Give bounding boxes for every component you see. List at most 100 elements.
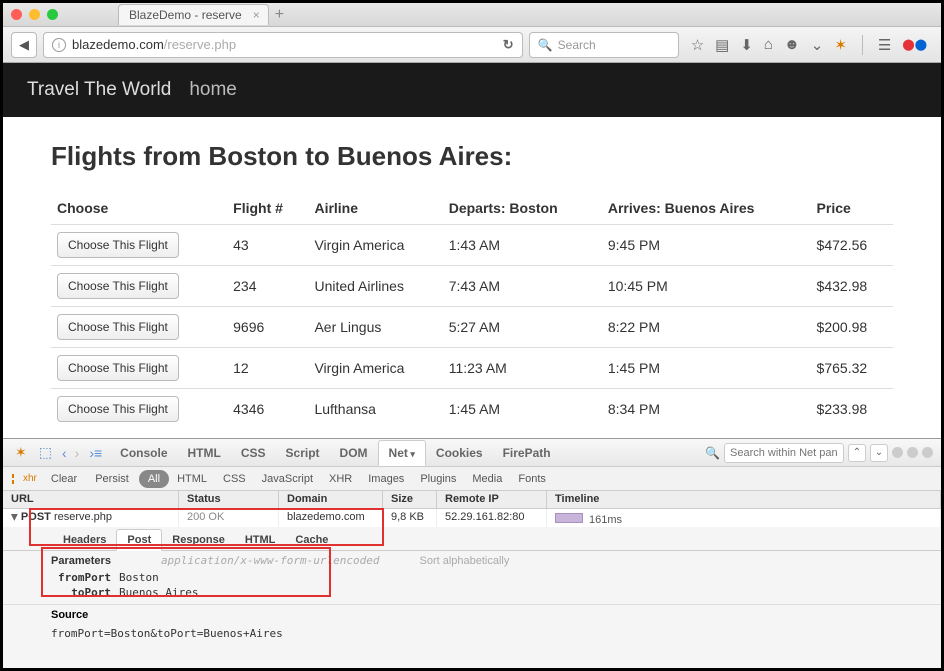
th-flight: Flight # — [227, 192, 308, 225]
tab-close-icon[interactable]: × — [253, 8, 260, 22]
col-status[interactable]: Status — [179, 491, 279, 508]
devtools-tab-firepath[interactable]: FirePath — [493, 441, 561, 465]
filter-xhr[interactable]: XHR — [321, 470, 360, 488]
panel-opt-icon[interactable] — [907, 447, 918, 458]
history-fwd-icon: › — [73, 445, 82, 461]
downloads-icon[interactable]: ⬇ — [740, 36, 753, 54]
filter-media[interactable]: Media — [464, 470, 510, 488]
separator — [862, 35, 863, 55]
back-button[interactable]: ◀ — [11, 32, 37, 58]
devtools-tab-dom[interactable]: DOM — [330, 441, 378, 465]
new-tab-button[interactable]: + — [275, 6, 284, 24]
brand-text[interactable]: Travel The World — [27, 79, 171, 101]
devtools-tab-html[interactable]: HTML — [178, 441, 231, 465]
cell-arrives: 1:45 PM — [602, 348, 811, 389]
detail-tab-post[interactable]: Post — [116, 529, 162, 551]
filter-html[interactable]: HTML — [169, 470, 215, 488]
detail-tab-html[interactable]: HTML — [235, 530, 286, 550]
jmeter-icon[interactable]: ✶ — [834, 36, 847, 54]
devtools-tab-cookies[interactable]: Cookies — [426, 441, 493, 465]
menu-icon[interactable]: ☰ — [878, 36, 891, 54]
flights-table: Choose Flight # Airline Departs: Boston … — [51, 192, 893, 429]
request-file: reserve.php — [54, 511, 112, 523]
method: POST — [21, 511, 51, 523]
cell-price: $432.98 — [811, 266, 893, 307]
cell-arrives: 9:45 PM — [602, 225, 811, 266]
expand-icon[interactable]: ▶ — [9, 514, 20, 521]
site-info-icon[interactable]: i — [52, 38, 66, 52]
table-row: Choose This Flight 43 Virgin America 1:4… — [51, 225, 893, 266]
sort-link[interactable]: Sort alphabetically — [419, 555, 509, 567]
net-request-row[interactable]: ▶POST reserve.php 200 OK blazedemo.com 9… — [3, 509, 941, 527]
cell-flight: 43 — [227, 225, 308, 266]
face-icon[interactable]: ☻ — [784, 36, 800, 53]
minimize-dot[interactable] — [29, 9, 40, 20]
filter-javascript[interactable]: JavaScript — [254, 470, 321, 488]
search-bar[interactable]: 🔍 Search — [529, 32, 679, 58]
pause-icon[interactable] — [11, 473, 15, 485]
choose-flight-button[interactable]: Choose This Flight — [57, 355, 179, 381]
choose-flight-button[interactable]: Choose This Flight — [57, 314, 179, 340]
detail-tab-cache[interactable]: Cache — [285, 530, 338, 550]
firebug-icon[interactable]: ✶ — [11, 444, 31, 461]
choose-flight-button[interactable]: Choose This Flight — [57, 232, 179, 258]
library-icon[interactable]: ▤ — [715, 36, 729, 54]
cell-departs: 1:45 AM — [443, 389, 602, 430]
col-url[interactable]: URL — [3, 491, 179, 508]
param-value: Boston — [119, 571, 159, 584]
url-host: blazedemo.com — [72, 37, 164, 52]
param-row: fromPortBoston — [3, 570, 941, 585]
site-navbar: Travel The World home — [3, 63, 941, 117]
col-timeline[interactable]: Timeline — [547, 491, 941, 508]
col-size[interactable]: Size — [383, 491, 437, 508]
inspector-icon[interactable]: ⬚ — [35, 444, 56, 461]
detail-tab-headers[interactable]: Headers — [53, 530, 116, 550]
home-icon[interactable]: ⌂ — [764, 36, 773, 53]
panel-opt-icon[interactable] — [892, 447, 903, 458]
filter-all[interactable]: All — [139, 470, 169, 488]
filter-plugins[interactable]: Plugins — [412, 470, 464, 488]
xhr-icon: xhr — [23, 473, 37, 484]
devtools-tabbar: ✶ ⬚ ‹ › ›≡ ConsoleHTMLCSSScriptDOMNetCoo… — [3, 439, 941, 467]
devtools-search-input[interactable] — [724, 443, 844, 463]
detail-tab-response[interactable]: Response — [162, 530, 235, 550]
th-choose: Choose — [51, 192, 227, 225]
ext-icon[interactable]: ⬤⬤ — [902, 38, 927, 51]
panel-opt-icon[interactable] — [922, 447, 933, 458]
th-departs: Departs: Boston — [443, 192, 602, 225]
persist-button[interactable]: Persist — [87, 470, 137, 488]
cell-price: $765.32 — [811, 348, 893, 389]
choose-flight-button[interactable]: Choose This Flight — [57, 273, 179, 299]
clear-button[interactable]: Clear — [43, 470, 85, 488]
search-next-button[interactable]: ⌄ — [870, 444, 888, 462]
devtools-tab-console[interactable]: Console — [110, 441, 177, 465]
cell-airline: Lufthansa — [308, 389, 442, 430]
pocket-icon[interactable]: ⌄ — [811, 36, 824, 54]
filter-images[interactable]: Images — [360, 470, 412, 488]
cell-price: $233.98 — [811, 389, 893, 430]
param-key: toPort — [51, 586, 111, 599]
zoom-dot[interactable] — [47, 9, 58, 20]
col-ip[interactable]: Remote IP — [437, 491, 547, 508]
devtools-tab-script[interactable]: Script — [276, 441, 330, 465]
table-row: Choose This Flight 9696 Aer Lingus 5:27 … — [51, 307, 893, 348]
choose-flight-button[interactable]: Choose This Flight — [57, 396, 179, 422]
bookmark-icon[interactable]: ☆ — [691, 36, 704, 54]
devtools-tab-net[interactable]: Net — [378, 440, 426, 466]
url-bar[interactable]: i blazedemo.com/reserve.php ↻ — [43, 32, 523, 58]
browser-tab[interactable]: BlazeDemo - reserve × — [118, 4, 269, 25]
col-domain[interactable]: Domain — [279, 491, 383, 508]
close-dot[interactable] — [11, 9, 22, 20]
search-prev-button[interactable]: ⌃ — [848, 444, 866, 462]
cell-arrives: 8:22 PM — [602, 307, 811, 348]
console-toggle-icon[interactable]: ›≡ — [85, 445, 106, 461]
cell-departs: 5:27 AM — [443, 307, 602, 348]
devtools-tab-css[interactable]: CSS — [231, 441, 276, 465]
reload-icon[interactable]: ↻ — [503, 37, 514, 53]
devtools-panel: ✶ ⬚ ‹ › ›≡ ConsoleHTMLCSSScriptDOMNetCoo… — [3, 438, 941, 668]
filter-fonts[interactable]: Fonts — [510, 470, 554, 488]
mime-type: application/x-www-form-urlencoded — [161, 554, 380, 567]
home-link[interactable]: home — [189, 79, 237, 101]
filter-css[interactable]: CSS — [215, 470, 254, 488]
history-back-icon[interactable]: ‹ — [60, 445, 69, 461]
